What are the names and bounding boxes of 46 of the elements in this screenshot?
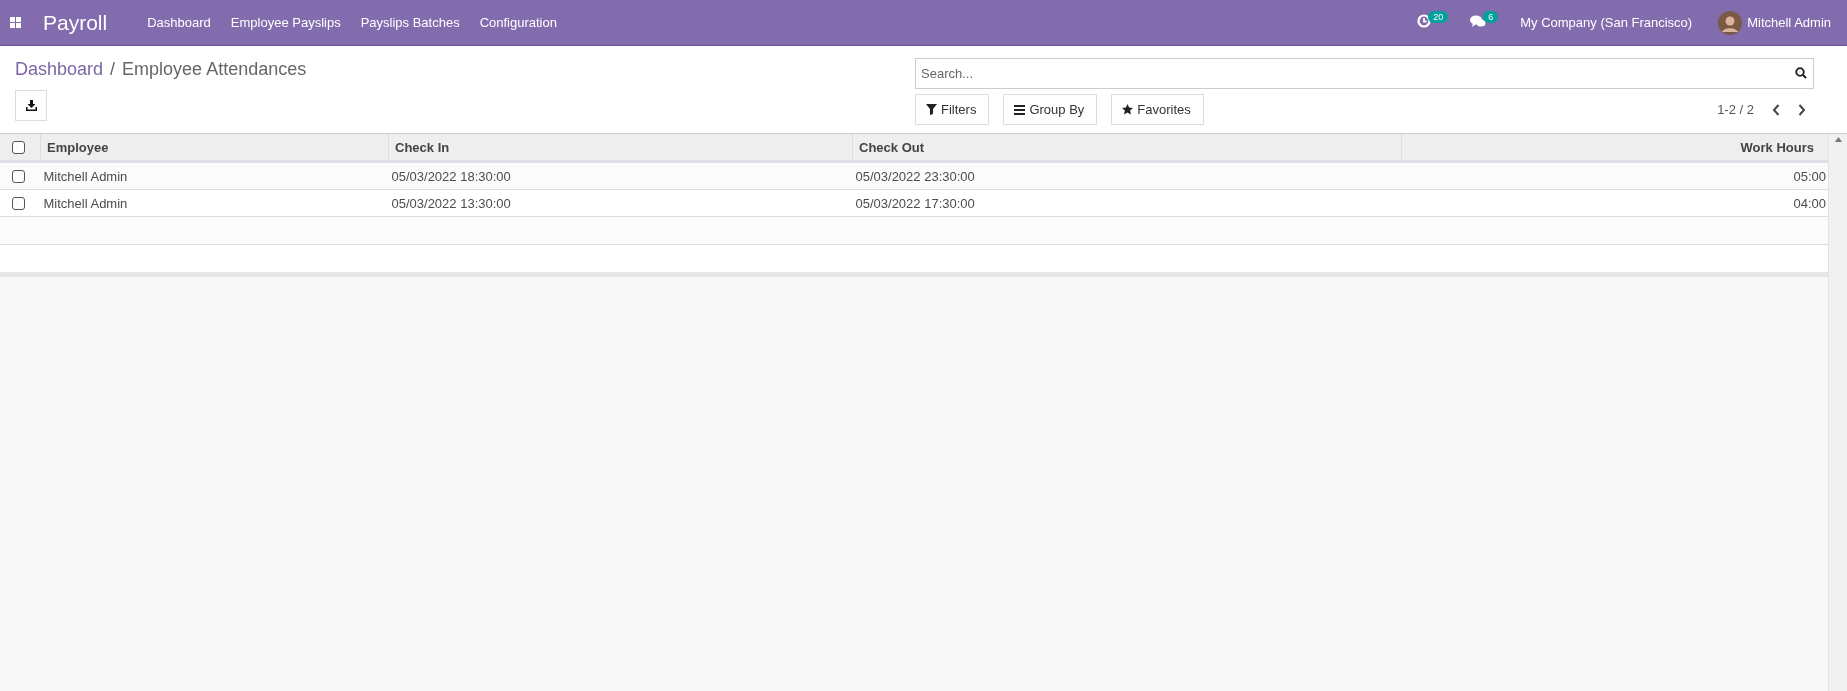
download-icon: [25, 100, 37, 111]
row-checkbox[interactable]: [12, 196, 25, 210]
select-all-checkbox[interactable]: [12, 140, 25, 154]
row-checkbox[interactable]: [12, 169, 25, 183]
column-header[interactable]: Check In: [388, 134, 853, 162]
table-cell: 04:00: [1401, 189, 1828, 217]
menu-link[interactable]: Payslips Batches: [360, 15, 460, 30]
chevron-right-icon[interactable]: [1798, 103, 1806, 116]
group-by-button[interactable]: Group By: [1003, 94, 1098, 125]
star-icon: [1122, 104, 1134, 115]
table-cell: 05/03/2022 17:30:00: [852, 189, 1402, 217]
scroll-up-arrow-icon[interactable]: [1834, 137, 1842, 142]
filters-button[interactable]: Filters: [915, 94, 990, 125]
filter-icon: [926, 104, 937, 115]
list-lines-icon: [1014, 104, 1026, 115]
user-menu-link[interactable]: Mitchell Admin: [1747, 15, 1831, 30]
search-field[interactable]: Search...: [915, 58, 1814, 89]
table-cell: Mitchell Admin: [40, 161, 389, 190]
app-title[interactable]: Payroll: [43, 10, 108, 35]
menu-link[interactable]: Dashboard: [147, 15, 211, 30]
scrollbar[interactable]: [1828, 134, 1847, 691]
activity-count-badge: 20: [1428, 10, 1449, 23]
chat-bubbles-icon[interactable]: [1470, 13, 1487, 28]
table-cell: 05:00: [1401, 161, 1828, 190]
breadcrumb-separator: /: [110, 59, 116, 80]
user-avatar-icon[interactable]: [1718, 10, 1743, 35]
search-icon: [1795, 67, 1807, 79]
menu-link[interactable]: Configuration: [479, 15, 557, 30]
breadcrumb-current: Employee Attendances: [122, 59, 307, 80]
breadcrumb-link[interactable]: Dashboard: [15, 59, 104, 80]
table-cell: 05/03/2022 13:30:00: [388, 189, 853, 217]
clock-icon[interactable]: [1417, 13, 1432, 28]
pager-value[interactable]: 1-2 / 2: [1717, 102, 1754, 117]
column-header[interactable]: Work Hours: [1401, 134, 1828, 162]
column-header[interactable]: Check Out: [852, 134, 1402, 162]
apps-grid-icon[interactable]: [10, 17, 21, 28]
message-count-badge: 6: [1483, 10, 1499, 23]
download-button[interactable]: [15, 90, 47, 121]
menu-link[interactable]: Employee Payslips: [230, 15, 341, 30]
table-cell: Mitchell Admin: [40, 189, 389, 217]
table-cell: 05/03/2022 23:30:00: [852, 161, 1402, 190]
company-switcher[interactable]: My Company (San Francisco): [1520, 15, 1693, 30]
chevron-left-icon[interactable]: [1772, 103, 1780, 116]
favorites-button[interactable]: Favorites: [1111, 94, 1204, 125]
column-header[interactable]: Employee: [40, 134, 389, 162]
table-cell: 05/03/2022 18:30:00: [388, 161, 853, 190]
